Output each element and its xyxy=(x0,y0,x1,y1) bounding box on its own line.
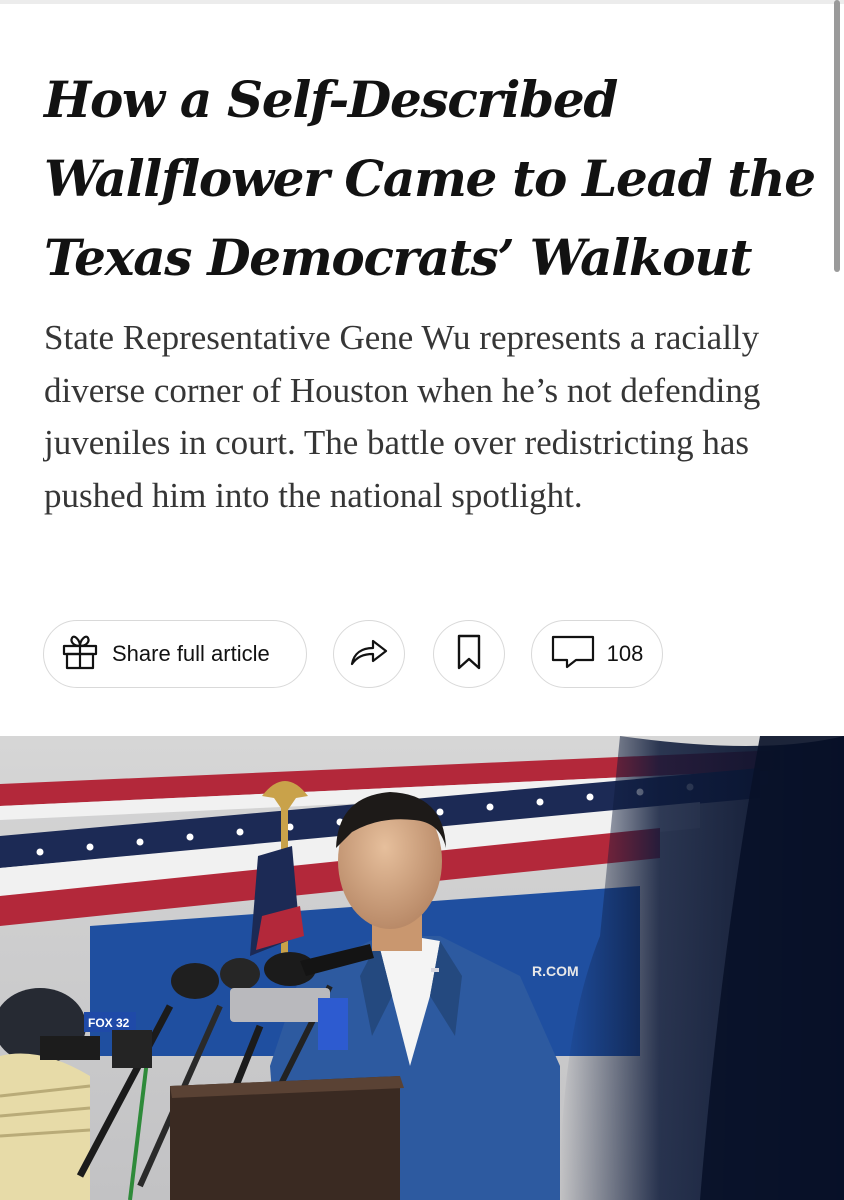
article-headline: How a Self-Described Wallflower Came to … xyxy=(44,70,816,287)
share-full-article-button[interactable]: Share full article xyxy=(43,620,307,688)
bookmark-icon xyxy=(456,634,482,675)
fox32-mic-flag: FOX 32 xyxy=(88,1016,130,1030)
article-summary: State Representative Gene Wu represents … xyxy=(44,318,761,515)
backdrop-banner-text: R.COM xyxy=(532,963,579,979)
comments-button[interactable]: 108 xyxy=(531,620,663,688)
save-button[interactable] xyxy=(433,620,505,688)
share-arrow-icon xyxy=(349,637,389,672)
share-full-article-label: Share full article xyxy=(112,641,270,666)
scrollbar[interactable] xyxy=(834,0,840,272)
article-lead-photo[interactable]: R.COM FOX 32 xyxy=(0,736,844,1200)
share-button[interactable] xyxy=(333,620,405,688)
article-toolbar: Share full article 108 xyxy=(43,620,683,690)
comment-bubble-icon xyxy=(551,635,595,674)
comment-count: 108 xyxy=(606,641,644,666)
gift-icon xyxy=(60,632,100,677)
top-edge xyxy=(0,0,844,4)
